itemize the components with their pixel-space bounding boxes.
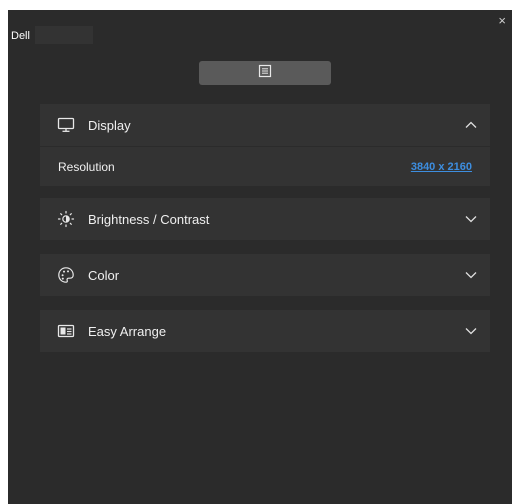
easy-arrange-panel: Easy Arrange [40,310,490,352]
easy-arrange-header[interactable]: Easy Arrange [40,310,490,352]
brightness-contrast-panel: Brightness / Contrast [40,198,490,240]
color-panel: Color [40,254,490,296]
menu-button[interactable] [199,61,331,85]
resolution-row: Resolution 3840 x 2160 [40,147,490,186]
app-title: Dell [11,30,30,42]
chevron-down-icon[interactable] [464,325,478,337]
resolution-link[interactable]: 3840 x 2160 [411,161,472,173]
display-header[interactable]: Display [40,104,490,146]
easy-arrange-icon [56,321,76,341]
brightness-contrast-header[interactable]: Brightness / Contrast [40,198,490,240]
display-panel: Display Resolution 3840 x 2160 [40,104,490,186]
close-button[interactable]: × [498,14,506,28]
palette-icon [56,265,76,285]
color-header[interactable]: Color [40,254,490,296]
easy-arrange-label: Easy Arrange [88,323,167,339]
brightness-icon [56,209,76,229]
app-window: Dell × Display Resolution 3840 x 2160 Br… [8,10,512,504]
display-label: Display [88,117,131,133]
chevron-down-icon[interactable] [464,269,478,281]
list-icon [258,64,272,83]
redacted-title-area [35,26,93,44]
chevron-up-icon[interactable] [464,119,478,131]
chevron-down-icon[interactable] [464,213,478,225]
brightness-contrast-label: Brightness / Contrast [88,211,210,227]
resolution-label: Resolution [58,159,115,174]
monitor-icon [56,115,76,135]
color-label: Color [88,267,120,283]
